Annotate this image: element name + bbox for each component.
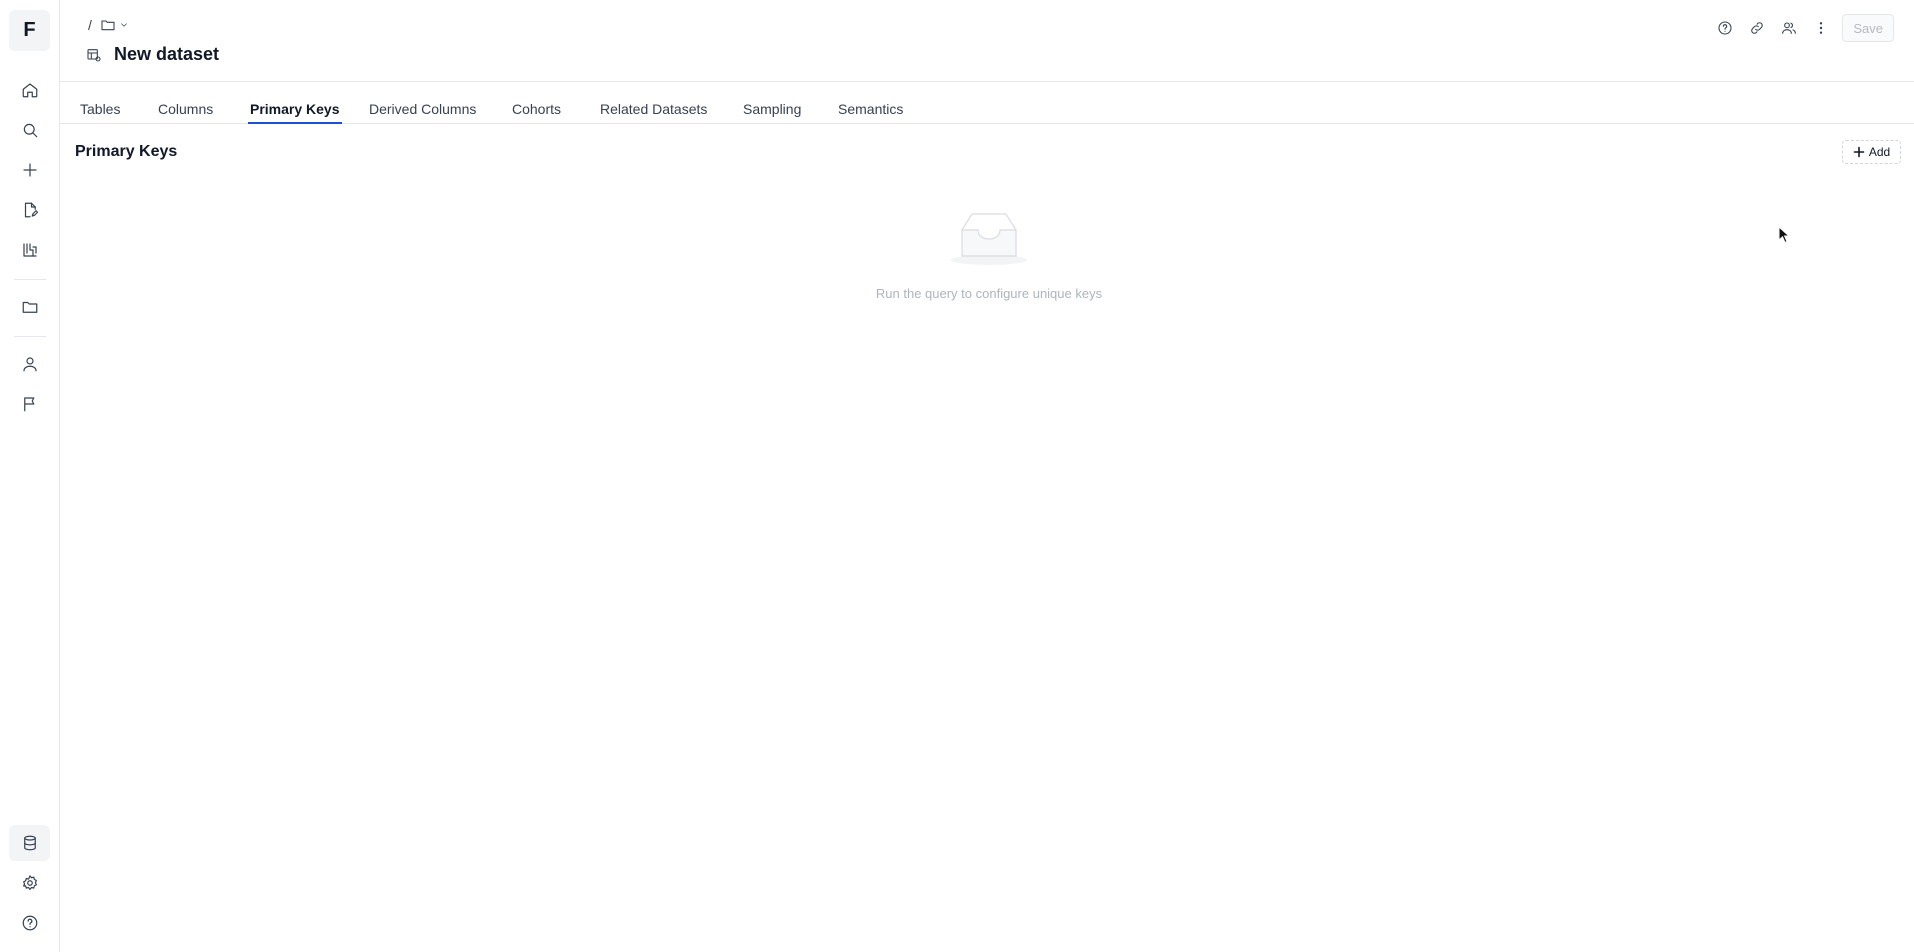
app-logo[interactable]: F: [9, 10, 50, 51]
sidebar-item-datasets[interactable]: [9, 825, 50, 861]
sidebar-item-edit-docs[interactable]: [9, 192, 50, 228]
mouse-cursor-icon: [1778, 226, 1790, 244]
flag-icon: [23, 397, 34, 412]
add-primary-key-button[interactable]: Add: [1842, 140, 1901, 164]
tab-bar: Tables Columns Primary Keys Derived Colu…: [60, 83, 1914, 124]
more-vertical-icon: [1820, 22, 1823, 34]
tab-columns[interactable]: Columns: [158, 83, 213, 124]
database-icon: [23, 835, 36, 851]
sidebar-item-help[interactable]: [9, 905, 50, 941]
file-edit-icon: [24, 202, 38, 218]
help-circle-icon: [1718, 21, 1732, 35]
copy-link-button[interactable]: [1746, 15, 1768, 41]
link-icon: [1751, 22, 1764, 34]
sidebar-item-experiments[interactable]: [9, 232, 50, 268]
page-header: / New dataset Save: [60, 0, 1914, 82]
breadcrumb-separator: /: [88, 17, 92, 33]
dataset-icon: [87, 48, 101, 62]
tab-semantics[interactable]: Semantics: [838, 83, 903, 124]
home-icon: [22, 83, 37, 98]
sidebar-item-search[interactable]: [9, 112, 50, 148]
sidebar-divider: [14, 336, 46, 337]
section-title: Primary Keys: [75, 143, 178, 160]
tab-sampling[interactable]: Sampling: [743, 83, 801, 124]
sidebar-divider: [14, 279, 46, 280]
sidebar-item-flags[interactable]: [9, 386, 50, 422]
users-icon: [1782, 22, 1797, 34]
breadcrumb: /: [88, 16, 129, 34]
more-options-button[interactable]: [1810, 15, 1832, 41]
tab-derived-columns[interactable]: Derived Columns: [369, 83, 476, 124]
search-icon: [23, 123, 37, 138]
sidebar-item-home[interactable]: [9, 72, 50, 108]
user-icon: [22, 357, 37, 372]
tab-primary-keys[interactable]: Primary Keys: [248, 83, 342, 124]
sidebar-item-create[interactable]: [9, 152, 50, 188]
sidebar: F: [0, 0, 60, 952]
flask-icon: [22, 243, 37, 257]
plus-icon: [1853, 146, 1865, 158]
header-actions: Save: [1714, 14, 1894, 42]
help-circle-icon: [22, 915, 37, 931]
tab-related-datasets[interactable]: Related Datasets: [600, 83, 707, 124]
gear-icon: [22, 875, 37, 890]
sidebar-item-settings[interactable]: [9, 865, 50, 901]
chevron-down-icon: [121, 23, 127, 27]
help-button[interactable]: [1714, 15, 1736, 41]
title-row: New dataset: [86, 44, 219, 65]
page-title[interactable]: New dataset: [114, 44, 219, 65]
plus-icon: [22, 163, 37, 177]
sidebar-item-users[interactable]: [9, 346, 50, 382]
tab-cohorts[interactable]: Cohorts: [512, 83, 561, 124]
folder-picker[interactable]: [100, 17, 129, 33]
empty-inbox-icon: [951, 213, 1027, 265]
tab-tables[interactable]: Tables: [80, 83, 120, 124]
save-button[interactable]: Save: [1842, 14, 1894, 42]
share-button[interactable]: [1778, 15, 1800, 41]
empty-state-message: Run the query to configure unique keys: [875, 286, 1103, 301]
folder-icon: [101, 20, 115, 31]
